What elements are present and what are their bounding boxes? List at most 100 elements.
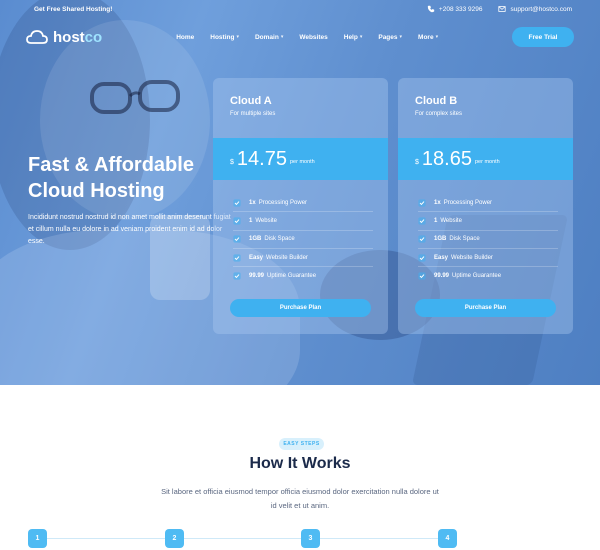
section-title: How It Works	[249, 455, 351, 472]
chevron-down-icon: ▾	[399, 34, 403, 40]
chevron-down-icon: ▾	[236, 34, 239, 40]
navbar: hostco Home Hosting ▾ Domain ▾ Websites He…	[0, 22, 600, 52]
promo-text: Get Free Shared Hosting!	[34, 5, 113, 13]
nav-hosting-label: Hosting	[210, 33, 235, 41]
free-trial-button[interactable]: Free Trial	[512, 27, 574, 47]
nav-pages[interactable]: Pages ▾	[370, 34, 410, 41]
feature-text: Uptime Guarantee	[267, 273, 317, 280]
price-bar: $ 14.75 per month	[213, 138, 388, 180]
nav-more-label: More	[418, 33, 434, 41]
nav-pages-label: Pages	[378, 33, 398, 41]
feature-text: Processing Power	[258, 199, 308, 206]
step-3[interactable]: 3	[301, 529, 320, 548]
price-amount: 14.75	[236, 147, 287, 170]
plan-name: Cloud A	[230, 95, 272, 107]
chevron-down-icon: ▾	[435, 34, 439, 40]
nav-hosting[interactable]: Hosting ▾	[202, 34, 247, 41]
price-amount: 18.65	[421, 147, 472, 170]
feature-item: 1x Processing Power	[418, 194, 558, 213]
phone-number: +208 333 9296	[438, 5, 483, 13]
brand-name-part1: host	[53, 28, 85, 46]
feature-item: Easy Website Builder	[233, 249, 373, 268]
feature-item: 1x Processing Power	[233, 194, 373, 213]
nav-home-label: Home	[176, 33, 195, 41]
email-address: support@hostco.com	[510, 5, 572, 13]
nav-domain[interactable]: Domain ▾	[247, 34, 291, 41]
feature-strong: 1GB	[249, 236, 262, 243]
nav-more[interactable]: More ▾	[410, 34, 446, 41]
nav-help[interactable]: Help ▾	[336, 34, 371, 41]
phone-contact[interactable]: +208 333 9296	[427, 5, 483, 13]
check-icon	[418, 199, 426, 207]
pricing-card-cloud-a: Cloud A For multiple sites $ 14.75 per m…	[213, 78, 388, 334]
feature-item: 99.99 Uptime Guarantee	[233, 267, 373, 285]
feature-item: 1GB Disk Space	[233, 231, 373, 249]
step-1[interactable]: 1	[28, 529, 47, 548]
plan-subtitle: For multiple sites	[230, 111, 276, 117]
feature-strong: Easy	[434, 254, 449, 261]
nav-websites[interactable]: Websites	[291, 34, 335, 41]
price-bar: $ 18.65 per month	[398, 138, 573, 180]
feature-strong: 1x	[434, 199, 441, 206]
price-period: per month	[289, 159, 315, 165]
feature-strong: 1GB	[434, 236, 447, 243]
check-icon	[418, 272, 426, 280]
nav-help-label: Help	[343, 33, 358, 41]
feature-item: 99.99 Uptime Guarantee	[418, 267, 558, 285]
feature-item: 1GB Disk Space	[418, 231, 558, 249]
nav-home[interactable]: Home	[168, 34, 202, 41]
chevron-down-icon: ▾	[359, 34, 363, 40]
main-nav: Home Hosting ▾ Domain ▾ Websites Help ▾ Pag…	[168, 34, 446, 41]
step-2[interactable]: 2	[165, 529, 184, 548]
feature-strong: 99.99	[434, 273, 450, 280]
feature-strong: 1x	[249, 199, 256, 206]
currency-symbol: $	[415, 158, 419, 166]
plan-subtitle: For complex sites	[415, 111, 463, 117]
pricing-card-cloud-b: Cloud B For complex sites $ 18.65 per mo…	[398, 78, 573, 334]
feature-text: Disk Space	[264, 236, 295, 243]
feature-text: Website Builder	[266, 254, 308, 261]
purchase-plan-button[interactable]: Purchase Plan	[230, 299, 371, 317]
step-4[interactable]: 4	[438, 529, 457, 548]
section-badge: EASY STEPS	[279, 438, 324, 450]
price-period: per month	[474, 159, 500, 165]
feature-strong: 99.99	[249, 273, 265, 280]
check-icon	[233, 217, 241, 225]
check-icon	[233, 235, 241, 243]
chevron-down-icon: ▾	[280, 34, 284, 40]
hero-description: Incididunt nostrud nostrud id non amet m…	[28, 214, 231, 245]
hero-photo-glasses	[90, 80, 180, 114]
nav-domain-label: Domain	[254, 33, 279, 41]
feature-strong: 1	[434, 217, 438, 224]
feature-list: 1x Processing Power 1 Website 1GB Disk Spac…	[418, 194, 558, 285]
hero-title-line2: Cloud Hosting	[28, 180, 165, 202]
feature-text: Website	[440, 217, 462, 224]
feature-strong: Easy	[249, 254, 264, 261]
purchase-plan-button[interactable]: Purchase Plan	[415, 299, 556, 317]
logo[interactable]: hostco	[26, 28, 102, 46]
brand-name-part2: co	[84, 28, 103, 46]
top-bar: Get Free Shared Hosting! +208 333 9296 s…	[0, 0, 600, 18]
cloud-icon	[26, 30, 48, 44]
feature-text: Uptime Guarantee	[452, 273, 502, 280]
check-icon	[418, 217, 426, 225]
plan-name: Cloud B	[415, 95, 458, 107]
check-icon	[418, 235, 426, 243]
feature-text: Processing Power	[443, 199, 493, 206]
hero-section: Get Free Shared Hosting! +208 333 9296 s…	[0, 0, 600, 385]
check-icon	[233, 272, 241, 280]
check-icon	[233, 253, 241, 262]
feature-item: 1 Website	[233, 212, 373, 231]
steps-connector	[46, 538, 446, 539]
mail-icon	[498, 6, 507, 12]
feature-text: Disk Space	[449, 236, 480, 243]
check-icon	[233, 199, 241, 207]
phone-icon	[427, 5, 435, 13]
email-contact[interactable]: support@hostco.com	[498, 5, 572, 13]
feature-strong: 1	[249, 217, 253, 224]
feature-item: 1 Website	[418, 212, 558, 231]
hero-title: Fast & Affordable Cloud Hosting	[28, 152, 228, 204]
feature-list: 1x Processing Power 1 Website 1GB Disk Spac…	[233, 194, 373, 285]
section-description: Sit labore et officia eiusmod tempor off…	[161, 487, 439, 510]
feature-item: Easy Website Builder	[418, 249, 558, 268]
